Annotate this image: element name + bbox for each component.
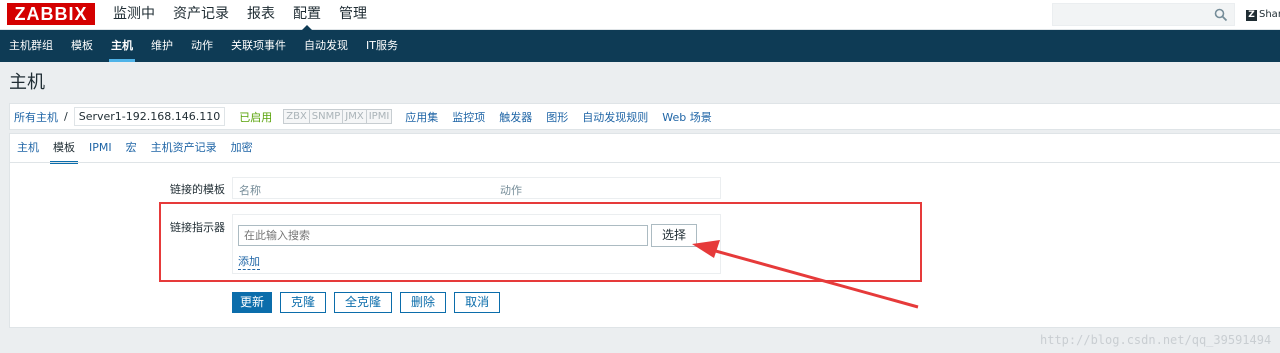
tab-ipmi[interactable]: IPMI	[82, 134, 119, 162]
tab-inventory[interactable]: 主机资产记录	[144, 134, 224, 162]
delete-button[interactable]: 删除	[400, 292, 447, 313]
breadcrumb: 所有主机 / Server1-192.168.146.110 已启用 ZBX S…	[9, 103, 1280, 130]
linked-templates-label: 链接的模板	[170, 183, 225, 196]
tab-encryption[interactable]: 加密	[224, 134, 260, 162]
update-button[interactable]: 更新	[232, 292, 273, 313]
submenu-event-correlation[interactable]: 关联项事件	[222, 30, 295, 62]
menu-inventory[interactable]: 资产记录	[164, 0, 238, 30]
zabbix-logo[interactable]: ZABBIX	[7, 3, 95, 25]
submenu-discovery[interactable]: 自动发现	[295, 30, 357, 62]
menu-configuration[interactable]: 配置	[284, 0, 330, 32]
host-status-enabled[interactable]: 已启用	[239, 109, 272, 125]
submenu-it-services[interactable]: IT服务	[357, 30, 407, 62]
global-search-input[interactable]	[1052, 3, 1235, 26]
page-title: 主机	[9, 72, 45, 93]
submenu-hosts[interactable]: 主机	[102, 30, 142, 62]
nav-web-scenarios[interactable]: Web 场景	[662, 109, 711, 125]
menu-reports[interactable]: 报表	[238, 0, 284, 30]
menu-administration[interactable]: 管理	[330, 0, 376, 30]
annotation-highlight-box	[159, 202, 922, 282]
column-header-name: 名称	[239, 184, 261, 197]
column-header-action: 动作	[500, 184, 522, 197]
watermark: http://blog.csdn.net/qq_39591494	[1040, 333, 1272, 347]
full-clone-button[interactable]: 全克隆	[334, 292, 393, 313]
share-icon: Z	[1246, 9, 1257, 21]
breadcrumb-current-host[interactable]: Server1-192.168.146.110	[73, 107, 226, 126]
clone-button[interactable]: 克隆	[280, 292, 327, 313]
breadcrumb-all-hosts[interactable]: 所有主机	[10, 109, 58, 125]
badge-snmp: SNMP	[308, 109, 344, 124]
breadcrumb-separator: /	[64, 110, 68, 123]
nav-items[interactable]: 监控项	[452, 109, 485, 125]
nav-applications[interactable]: 应用集	[405, 109, 438, 125]
tab-templates[interactable]: 模板	[46, 134, 82, 164]
badge-zbx: ZBX	[283, 109, 310, 124]
form-buttons: 更新 克隆 全克隆 删除 取消	[232, 292, 508, 313]
badge-jmx: JMX	[342, 109, 367, 124]
linked-templates-table: 名称 动作	[232, 177, 721, 199]
menu-monitoring[interactable]: 监测中	[104, 0, 164, 30]
badge-ipmi: IPMI	[365, 109, 393, 124]
submenu-maintenance[interactable]: 维护	[142, 30, 182, 62]
share-link[interactable]: Z Shar	[1246, 7, 1280, 23]
submenu-templates[interactable]: 模板	[62, 30, 102, 62]
submenu-actions[interactable]: 动作	[182, 30, 222, 62]
nav-graphs[interactable]: 图形	[546, 109, 568, 125]
tab-host[interactable]: 主机	[10, 134, 46, 162]
share-label: Shar	[1259, 9, 1280, 20]
top-header: ZABBIX 监测中 资产记录 报表 配置 管理 Z Shar	[0, 0, 1280, 32]
submenu-host-groups[interactable]: 主机群组	[0, 30, 62, 62]
nav-discovery-rules[interactable]: 自动发现规则	[582, 109, 648, 125]
tab-macros[interactable]: 宏	[119, 134, 144, 162]
host-tabs: 主机 模板 IPMI 宏 主机资产记录 加密	[10, 134, 260, 164]
search-icon[interactable]	[1214, 8, 1228, 22]
tabs-divider	[10, 162, 1280, 163]
configuration-submenu: 主机群组 模板 主机 维护 动作 关联项事件 自动发现 IT服务	[0, 30, 1280, 62]
main-menu: 监测中 资产记录 报表 配置 管理	[104, 0, 376, 32]
availability-badges: ZBX SNMP JMX IPMI	[283, 109, 393, 124]
cancel-button[interactable]: 取消	[454, 292, 501, 313]
nav-triggers[interactable]: 触发器	[499, 109, 532, 125]
